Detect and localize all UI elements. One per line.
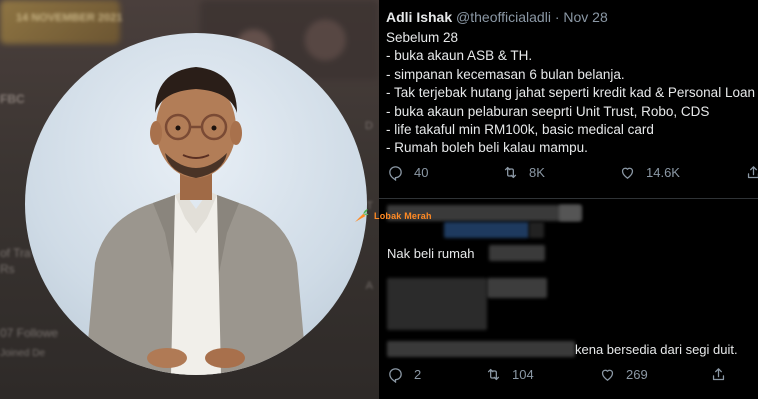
like-button[interactable]: 269 xyxy=(599,366,648,383)
like-button[interactable]: 14.6K xyxy=(619,164,680,181)
censored-mention xyxy=(529,222,544,238)
retweet-icon xyxy=(487,368,500,381)
share-button[interactable] xyxy=(745,164,758,181)
person-portrait xyxy=(85,67,307,375)
censored-mention xyxy=(444,222,529,238)
tweet-panel: Adli Ishak @theofficialadli · Nov 28 Seb… xyxy=(379,0,758,399)
tweet-line: - simpanan kecemasan 6 bulan belanja. xyxy=(386,66,625,82)
retweet-button[interactable]: 104 xyxy=(485,366,534,383)
separator-dot: · xyxy=(554,9,560,25)
share-icon xyxy=(747,166,758,179)
reply-count: 40 xyxy=(414,165,429,180)
reply-button[interactable]: 40 xyxy=(387,164,428,181)
censored-username xyxy=(559,205,581,221)
share-icon xyxy=(712,368,725,381)
tweet-line: Sebelum 28 xyxy=(386,30,459,45)
reply-text: Nak beli rumah xyxy=(387,246,475,261)
tweet-header: Adli Ishak @theofficialadli · Nov 28 xyxy=(386,9,608,25)
tweet-text: Sebelum 28 - buka akaun ASB & TH. - simp… xyxy=(386,29,758,158)
like-count: 14.6K xyxy=(646,165,680,180)
carrot-logo-icon xyxy=(355,209,369,222)
profile-photo-panel: 14 NOVEMBER 2021 FBC of Tra Rs 07 Follow… xyxy=(0,0,379,399)
tweet-line: - buka akaun pelaburan seeprti Unit Trus… xyxy=(386,103,710,119)
author-handle[interactable]: @theofficialadli xyxy=(456,9,551,25)
share-button[interactable] xyxy=(710,366,727,383)
like-icon xyxy=(601,369,614,381)
tweet-line: - buka akaun ASB & TH. xyxy=(386,48,533,64)
watermark-label: Lobak Merah xyxy=(374,211,432,221)
reply-action-bar: 2 104 269 xyxy=(379,366,758,386)
background-text: A xyxy=(365,280,373,292)
retweet-count: 104 xyxy=(512,367,534,382)
avatar xyxy=(25,33,367,375)
background-text: FBC xyxy=(0,92,25,106)
tweet-line: - Rumah boleh beli kalau mampu. xyxy=(386,140,588,156)
reply-count: 2 xyxy=(414,367,422,382)
censored-text xyxy=(489,245,545,261)
like-count: 269 xyxy=(626,367,648,382)
background-text: 07 Followe xyxy=(0,326,59,340)
reply-text: kena bersedia dari segi duit. xyxy=(575,342,738,357)
reply-icon xyxy=(389,166,402,181)
watermark: Lobak Merah xyxy=(352,207,432,225)
background-text: Rs xyxy=(0,262,15,276)
like-icon xyxy=(621,167,634,179)
censored-reply xyxy=(387,278,487,330)
censored-text xyxy=(387,341,575,357)
retweet-count: 8K xyxy=(529,165,545,180)
background-text: of Tra xyxy=(0,246,31,260)
divider xyxy=(379,198,758,199)
background-text: D xyxy=(365,120,373,132)
background-text: Joined De xyxy=(0,348,46,359)
tweet-action-bar: 40 8K 14.6K xyxy=(379,164,758,184)
tweet-timestamp[interactable]: Nov 28 xyxy=(563,9,607,25)
background-banner-text: 14 NOVEMBER 2021 xyxy=(16,12,123,24)
censored-reply xyxy=(487,278,547,298)
reply-icon xyxy=(389,368,402,383)
retweet-button[interactable]: 8K xyxy=(502,164,545,181)
retweet-icon xyxy=(504,166,517,179)
tweet-line: - life takaful min RM100k, basic medical… xyxy=(386,122,654,138)
reply-button[interactable]: 2 xyxy=(387,366,421,383)
tweet-line: - Tak terjebak hutang jahat seperti kred… xyxy=(386,85,755,101)
author-name[interactable]: Adli Ishak xyxy=(386,9,452,25)
